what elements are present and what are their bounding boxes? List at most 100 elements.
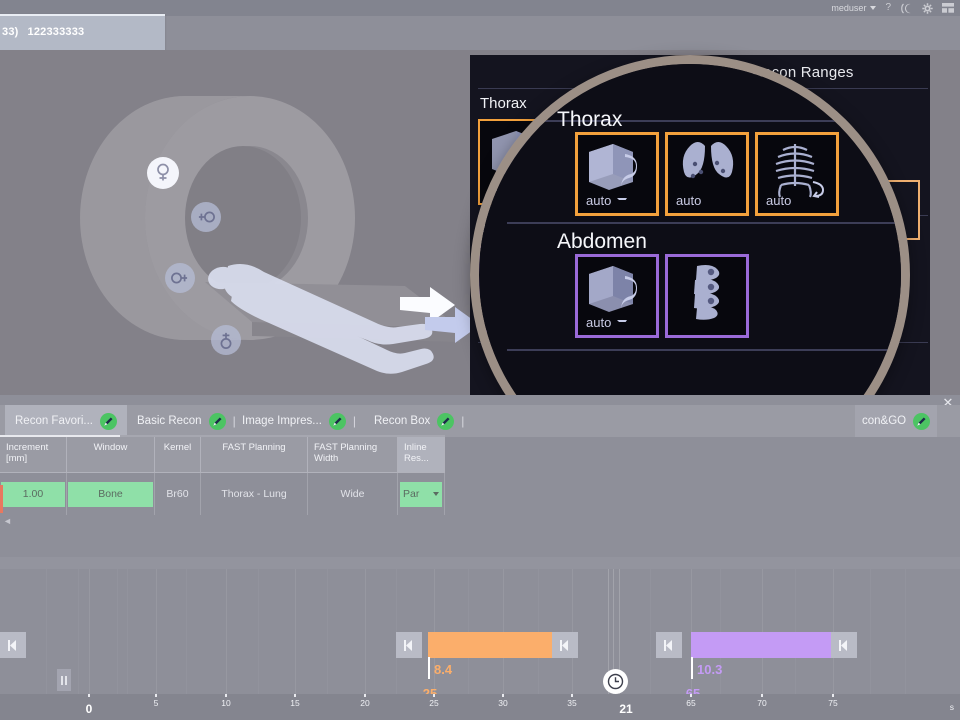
magnified-abdomen-tiles: auto xyxy=(575,254,749,338)
magnified-tile-abdomen-box-organ[interactable]: auto xyxy=(575,254,659,338)
tab-recon-go[interactable]: con&GO xyxy=(855,405,937,437)
axis-tick-label: 35 xyxy=(567,698,576,708)
purple-range-bar[interactable] xyxy=(691,632,833,658)
patient-tab-text: 33) 122333333 xyxy=(2,26,84,38)
magnified-section-label-thorax: Thorax xyxy=(557,108,622,132)
tab-label: Recon Favori... xyxy=(15,415,93,427)
tile-auto-label: auto xyxy=(586,315,611,330)
tile-auto-label: auto xyxy=(766,193,791,208)
column-header-inline-res[interactable]: Inline Res... xyxy=(398,437,445,473)
table-header-row: Increment [mm] Window Kernel FAST Planni… xyxy=(0,437,445,473)
tab-separator: | xyxy=(461,414,464,428)
tab-image-impression[interactable]: Image Impres... | xyxy=(242,405,356,437)
table-scroll-left-arrow[interactable]: ◄ xyxy=(3,516,12,526)
orange-range-left-handle[interactable] xyxy=(396,632,422,658)
axis-tick-label: 20 xyxy=(360,698,369,708)
column-header-fast-planning[interactable]: FAST Planning xyxy=(201,437,308,473)
application-root: meduser ? 33) 122333333 xyxy=(0,0,960,720)
magnified-thorax-tiles: auto auto auto xyxy=(575,132,839,216)
pencil-icon[interactable] xyxy=(913,413,930,430)
tab-recon-box[interactable]: Recon Box | xyxy=(374,405,464,437)
timeline-axis: 0 5 10 15 20 25 30 35 21 65 70 75 s xyxy=(0,694,960,720)
magnified-tile-abdomen-spine[interactable] xyxy=(665,254,749,338)
tab-separator: | xyxy=(233,414,236,428)
row-selection-indicator xyxy=(0,485,3,513)
tile-auto-label: auto xyxy=(586,193,611,208)
axis-unit-label: s xyxy=(950,702,954,712)
axis-tick-label: 30 xyxy=(498,698,507,708)
cell-inline-res-value: Par xyxy=(403,488,419,500)
column-header-increment[interactable]: Increment [mm] xyxy=(0,437,67,473)
axis-tick-label-highlight: 21 xyxy=(619,702,632,716)
tab-separator: | xyxy=(353,414,356,428)
layout-icon[interactable] xyxy=(942,3,954,13)
cell-kernel[interactable]: Br60 xyxy=(155,473,201,515)
magnified-tile-thorax-ribcage[interactable]: auto xyxy=(755,132,839,216)
cell-inline-res[interactable]: Par xyxy=(398,473,445,515)
table-row[interactable]: 1.00 Bone Br60 Thorax - Lung Wide Par xyxy=(0,473,445,515)
scan-timeline: 8.4 25 10.3 65 0 xyxy=(0,557,960,720)
pencil-icon[interactable] xyxy=(437,413,454,430)
orange-range-start-label: 25 xyxy=(423,686,437,694)
gear-icon[interactable] xyxy=(922,3,933,14)
axis-tick-label: 25 xyxy=(429,698,438,708)
orange-range-bar[interactable] xyxy=(428,632,554,658)
axis-tick-label: 65 xyxy=(686,698,695,708)
cell-window-value: Bone xyxy=(68,482,153,507)
cell-window[interactable]: Bone xyxy=(67,473,155,515)
patient-tab-prefix: 33) xyxy=(2,26,19,38)
purple-range-start-stem xyxy=(691,657,693,679)
chevron-down-icon xyxy=(870,6,876,10)
patient-tab[interactable]: 33) 122333333 xyxy=(0,14,165,52)
magnified-tile-thorax-lungs[interactable]: auto xyxy=(665,132,749,216)
purple-range-start-label: 65 xyxy=(686,686,700,694)
orange-range-start-stem xyxy=(428,657,430,679)
column-header-window[interactable]: Window xyxy=(67,437,155,473)
magnified-divider-bottom xyxy=(507,349,902,351)
purple-range-right-handle[interactable] xyxy=(831,632,857,658)
purple-range-left-handle[interactable] xyxy=(656,632,682,658)
tab-basic-recon[interactable]: Basic Recon | xyxy=(137,405,236,437)
column-header-fast-planning-width[interactable]: FAST Planning Width xyxy=(308,437,398,473)
user-name-label: meduser xyxy=(831,3,866,13)
tile-auto-label: auto xyxy=(676,193,701,208)
tab-label: Recon Box xyxy=(374,415,430,427)
cell-increment[interactable]: 1.00 xyxy=(0,473,67,515)
help-icon[interactable]: ? xyxy=(885,3,891,13)
timeline-left-handle[interactable] xyxy=(0,632,26,658)
magnified-tile-thorax-box-organ[interactable]: auto xyxy=(575,132,659,216)
pencil-icon[interactable] xyxy=(329,413,346,430)
moon-icon[interactable] xyxy=(900,3,913,14)
cell-fast-planning-width[interactable]: Wide xyxy=(308,473,398,515)
panel-tabbar: Recon Favori... Basic Recon | Image Impr… xyxy=(0,405,960,437)
pencil-icon[interactable] xyxy=(100,413,117,430)
clock-icon[interactable] xyxy=(603,669,628,694)
column-header-kernel[interactable]: Kernel xyxy=(155,437,201,473)
axis-tick-label: 0 xyxy=(86,702,93,716)
axis-tick-label: 5 xyxy=(154,698,159,708)
tab-label: Image Impres... xyxy=(242,415,322,427)
axis-tick-label: 10 xyxy=(221,698,230,708)
tab-label: Basic Recon xyxy=(137,415,202,427)
axis-tick-label: 70 xyxy=(757,698,766,708)
recon-parameters-table: Increment [mm] Window Kernel FAST Planni… xyxy=(0,437,445,515)
patient-id: 122333333 xyxy=(28,26,85,38)
pencil-icon[interactable] xyxy=(209,413,226,430)
tab-recon-favorites[interactable]: Recon Favori... xyxy=(5,405,127,439)
orange-range-duration-label: 8.4 xyxy=(434,662,452,677)
orange-range-right-handle[interactable] xyxy=(552,632,578,658)
timeline-body[interactable]: 8.4 25 10.3 65 xyxy=(0,569,960,694)
purple-range-duration-label: 10.3 xyxy=(697,662,722,677)
tab-label: con&GO xyxy=(862,415,906,427)
magnified-divider-mid xyxy=(507,222,902,224)
cell-fast-planning[interactable]: Thorax - Lung xyxy=(201,473,308,515)
user-menu[interactable]: meduser xyxy=(831,3,876,13)
cell-increment-value: 1.00 xyxy=(1,482,65,507)
axis-tick-label: 75 xyxy=(828,698,837,708)
timeline-header-strip xyxy=(0,557,960,569)
chevron-down-icon[interactable] xyxy=(433,492,439,496)
magnified-section-label-abdomen: Abdomen xyxy=(557,230,647,254)
pause-icon[interactable] xyxy=(57,669,71,691)
axis-tick-label: 15 xyxy=(290,698,299,708)
top-bar-right-controls: meduser ? xyxy=(831,0,954,16)
